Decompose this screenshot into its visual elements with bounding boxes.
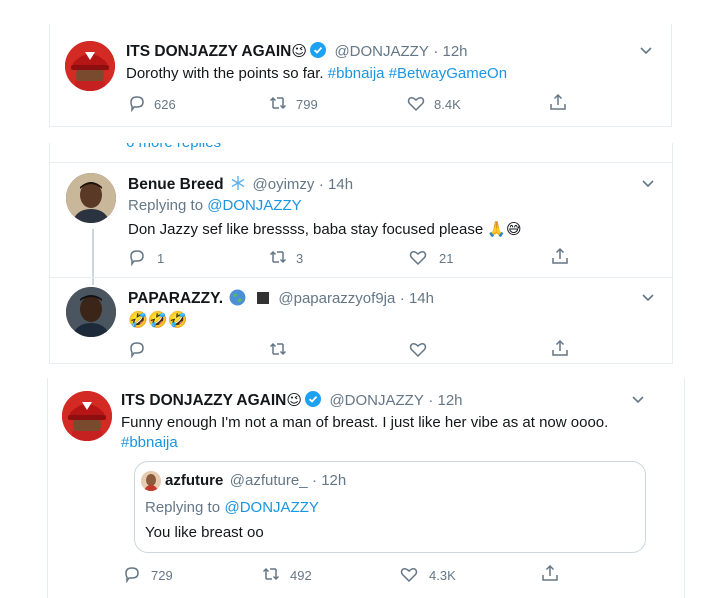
quote-time[interactable]: · 12h (312, 472, 346, 489)
chevron-down-icon[interactable] (631, 395, 645, 405)
chevron-down-icon[interactable] (639, 46, 653, 56)
tweet-text: Don Jazzy sef like bressss, baba stay fo… (128, 220, 522, 238)
avatar[interactable] (66, 173, 116, 223)
globe-icon (230, 289, 246, 306)
quoted-tweet[interactable]: azfuture @azfuture_ · 12h Replying to @D… (134, 461, 646, 553)
like-icon[interactable] (409, 248, 427, 266)
tweet-card-donjazzy-1[interactable]: ITS DONJAZZY AGAIN😉 @DONJAZZY · 12h Doro… (49, 24, 672, 127)
tweet-time[interactable]: · 14h (400, 290, 434, 307)
reply-icon[interactable] (128, 94, 146, 112)
more-replies-label[interactable]: 6 more replies (126, 143, 221, 151)
like-count: 21 (439, 251, 454, 266)
tweet-text: 🤣🤣🤣 (128, 312, 188, 329)
author-handle[interactable]: @oyimzy (253, 176, 315, 193)
black-square-icon (256, 292, 269, 304)
mention-link[interactable]: @DONJAZZY (207, 197, 301, 214)
retweet-count: 799 (296, 97, 318, 112)
reply-count: 1 (157, 251, 165, 266)
retweet-count: 3 (296, 251, 304, 266)
reply-count: 626 (154, 97, 176, 112)
like-count: 4.3K (429, 568, 456, 583)
winking-face-emoji: 😉 (286, 392, 302, 409)
emoji: 🙏😅 (487, 221, 522, 238)
chevron-down-icon[interactable] (641, 179, 655, 189)
share-icon[interactable] (549, 93, 567, 111)
tweet-text-main: Don Jazzy sef like bressss, baba stay fo… (128, 221, 484, 238)
quote-author-name[interactable]: azfuture (165, 472, 223, 489)
tweet-time[interactable]: · 12h (428, 392, 462, 409)
avatar[interactable] (141, 471, 161, 491)
hashtag-link[interactable]: #bbnaija (328, 65, 385, 82)
snowflake-icon (231, 176, 245, 190)
like-icon[interactable] (409, 340, 427, 358)
verified-badge-icon (310, 42, 326, 58)
tweet-text-main: Dorothy with the points so far. (126, 65, 324, 82)
reply-count: 729 (151, 568, 173, 583)
like-count: 8.4K (434, 97, 461, 112)
chevron-down-icon[interactable] (641, 293, 655, 303)
retweet-icon[interactable] (262, 565, 280, 583)
quote-replying-to-line: Replying to @DONJAZZY (145, 499, 319, 517)
more-replies-link[interactable]: 6 more replies (50, 143, 672, 163)
avatar[interactable] (62, 391, 112, 441)
reply-icon[interactable] (123, 565, 141, 583)
like-icon[interactable] (400, 565, 418, 583)
tweet-time[interactable]: · 12h (433, 43, 467, 60)
author-name[interactable]: ITS DONJAZZY AGAIN (126, 43, 291, 60)
reply-icon[interactable] (128, 248, 146, 266)
tweet-text: Funny enough I'm not a man of breast. I … (121, 414, 609, 431)
tweet-card-donjazzy-2[interactable]: ITS DONJAZZY AGAIN😉 @DONJAZZY · 12h Funn… (47, 378, 685, 598)
quote-text: You like breast oo (145, 524, 264, 541)
retweet-icon[interactable] (269, 94, 287, 112)
author-name[interactable]: ITS DONJAZZY AGAIN (121, 392, 286, 409)
share-icon[interactable] (551, 247, 569, 265)
author-handle[interactable]: @DONJAZZY (329, 392, 423, 409)
author-name[interactable]: PAPARAZZY. (128, 290, 223, 307)
avatar[interactable] (65, 41, 115, 91)
hashtag-link[interactable]: #BetwayGameOn (389, 65, 507, 82)
retweet-icon[interactable] (269, 340, 287, 358)
verified-badge-icon (305, 391, 321, 407)
author-handle[interactable]: @DONJAZZY (334, 43, 428, 60)
share-icon[interactable] (551, 339, 569, 357)
quote-author-handle[interactable]: @azfuture_ (230, 472, 308, 489)
replying-to-label: Replying to (145, 499, 221, 516)
divider (50, 277, 672, 278)
retweet-icon[interactable] (269, 248, 287, 266)
replying-to-label: Replying to (128, 197, 204, 214)
author-name[interactable]: Benue Breed (128, 176, 224, 193)
avatar[interactable] (66, 287, 116, 337)
author-handle[interactable]: @paparazzyof9ja (278, 290, 395, 307)
hashtag-link[interactable]: #bbnaija (121, 434, 178, 451)
winking-face-emoji: 😉 (291, 43, 307, 60)
reply-icon[interactable] (128, 340, 146, 358)
replying-to: Replying to @DONJAZZY (128, 197, 302, 214)
reply-thread-card: 6 more replies Benue Breed @oyimzy · 14h… (49, 143, 673, 364)
share-icon[interactable] (541, 564, 559, 582)
like-icon[interactable] (407, 94, 425, 112)
tweet-text: Dorothy with the points so far. #bbnaija… (126, 65, 507, 82)
mention-link[interactable]: @DONJAZZY (225, 499, 319, 516)
retweet-count: 492 (290, 568, 312, 583)
tweet-time[interactable]: · 14h (319, 176, 353, 193)
